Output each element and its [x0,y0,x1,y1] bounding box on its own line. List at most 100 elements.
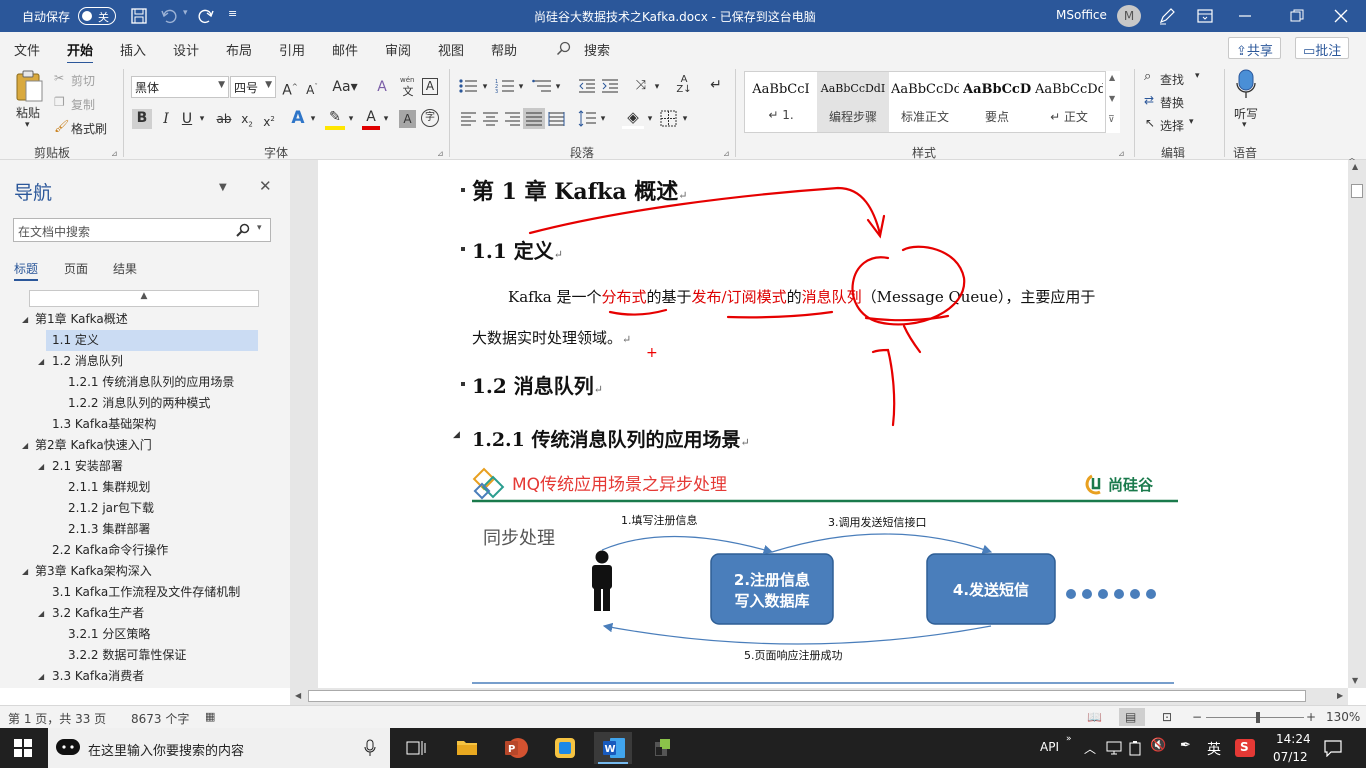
character-shading-icon[interactable]: A [399,110,416,128]
horizontal-scrollbar[interactable]: ◀ ▶ [290,688,1348,705]
scroll-up-icon[interactable]: ▲ [1352,162,1358,171]
numbering-icon[interactable]: 123 [495,78,515,94]
async-diagram[interactable]: MQ传统应用场景之异步处理 尚硅谷 同步处理 2.注册信息 写入数据库 4.发送… [468,464,1178,688]
close-window-icon[interactable] [1332,7,1350,25]
sogou-ime-icon[interactable]: S [1235,739,1255,757]
clear-formatting-icon[interactable]: A [373,78,391,96]
font-color-icon[interactable]: A [362,108,380,130]
search-icon[interactable] [236,223,250,237]
scroll-up-button[interactable]: ▲ [29,290,259,307]
taskbar-search-input[interactable]: 在这里输入你要搜索的内容 [48,728,390,768]
word-count[interactable]: 8673 个字 [131,710,189,727]
chevron-down-icon[interactable]: ▾ [257,223,262,233]
chevron-down-icon[interactable]: ▾ [346,110,356,128]
chevron-down-icon[interactable]: ▾ [308,110,318,128]
powerpoint-app[interactable]: P [496,732,534,764]
tab-insert[interactable]: 插入 [120,40,146,59]
scroll-right-icon[interactable]: ▶ [1337,691,1343,700]
text-effects-icon[interactable]: A [288,109,308,127]
chevron-up-icon[interactable]: ▲ [1109,73,1115,82]
nav-heading-item[interactable]: ◢ 3.2 Kafka生产者 [0,603,258,624]
expand-collapse-icon[interactable]: ◢ [22,561,28,582]
battery-icon[interactable] [1128,740,1142,756]
definition-paragraph[interactable]: Kafka 是一个分布式的基于发布/订阅模式的消息队列（Message Queu… [508,286,1095,307]
pen-icon[interactable] [1158,7,1176,25]
pane-options-icon[interactable]: ▼ [219,182,227,193]
shrink-font-icon[interactable]: Aˇ [303,78,321,99]
style-item[interactable]: AaBbCcDd 标准正文 [889,72,961,132]
style-item[interactable]: AaBbCcDdI 编程步骤 [817,72,889,132]
undo-icon[interactable] [160,7,178,25]
chevron-down-icon[interactable]: ▾ [553,78,563,96]
word-app[interactable]: W [594,732,632,764]
find-button[interactable]: 查找 [1160,71,1184,88]
microphone-icon[interactable] [364,739,376,757]
tell-me-search[interactable]: 搜索 [584,40,610,59]
collapse-heading-icon[interactable]: ◢ [453,430,460,440]
avatar[interactable]: M [1117,5,1141,27]
chevron-down-icon[interactable]: ▾ [598,110,608,128]
font-name-select[interactable]: 黑体 ▼ [131,76,229,98]
format-painter-button[interactable]: 格式刷 [71,120,107,137]
nav-heading-item[interactable]: 1.1 定义 [46,330,258,351]
nav-heading-item[interactable]: 1.3 Kafka基础架构 [0,414,258,435]
increase-indent-icon[interactable] [601,78,619,94]
network-icon[interactable] [1106,741,1122,755]
expand-collapse-icon[interactable]: ◢ [38,603,44,624]
tab-mailings[interactable]: 邮件 [332,40,358,59]
enclose-characters-icon[interactable]: 字 [421,109,439,127]
nav-heading-item[interactable]: 2.1.1 集群规划 [0,477,258,498]
heading-1-1[interactable]: 1.1 定义↵ [472,235,563,264]
underline-dropdown-icon[interactable]: ▾ [197,110,207,128]
share-button[interactable]: ⇪共享 [1228,37,1281,59]
line-spacing-icon[interactable] [577,110,597,127]
bullets-icon[interactable] [458,78,478,94]
decrease-indent-icon[interactable] [578,78,596,94]
nav-tab-pages[interactable]: 页面 [64,260,88,277]
copy-button[interactable]: 复制 [71,96,95,113]
tab-references[interactable]: 引用 [279,40,305,59]
subscript-icon[interactable]: x2 [238,110,256,133]
nav-heading-item[interactable]: ◢ 1.2 消息队列 [0,351,258,372]
nav-heading-item[interactable]: ◢ 2.1 安装部署 [0,456,258,477]
bold-icon[interactable]: B [132,109,152,129]
search-input[interactable]: 在文档中搜索 ▾ [13,218,271,242]
more-styles-icon[interactable]: ⊽ [1108,115,1115,125]
chevron-down-icon[interactable]: ▾ [652,78,662,96]
minimize-icon[interactable] [1236,7,1254,25]
multilevel-list-icon[interactable] [532,78,552,94]
zoom-out-icon[interactable]: − [1192,710,1202,724]
nav-heading-item[interactable]: 2.1.2 jar包下载 [0,498,258,519]
recorder-app[interactable] [643,732,681,764]
scroll-thumb[interactable] [1351,184,1363,198]
zoom-in-icon[interactable]: + [1306,710,1316,724]
expand-collapse-icon[interactable]: ◢ [38,351,44,372]
superscript-icon[interactable]: x2 [260,110,278,131]
character-border-icon[interactable]: A [422,78,438,95]
tab-home[interactable]: 开始 [67,40,94,65]
chevron-down-icon[interactable]: ▾ [1242,120,1247,130]
chevron-down-icon[interactable]: ▾ [645,110,655,128]
undo-dropdown-icon[interactable]: ▾ [183,8,188,18]
nav-heading-item[interactable]: ◢ 第1章 Kafka概述 [0,309,258,330]
redo-icon[interactable] [197,7,215,25]
style-item[interactable]: AaBbCcD 要点 [961,72,1033,132]
tab-help[interactable]: 帮助 [491,40,517,59]
chevron-down-icon[interactable]: ▾ [1189,117,1194,127]
nav-tab-results[interactable]: 结果 [113,260,137,277]
proofing-icon[interactable]: ▦ [205,710,215,723]
restore-icon[interactable] [1288,7,1306,25]
microphone-icon[interactable] [1236,69,1256,99]
font-size-select[interactable]: 四号 ▼ [230,76,276,98]
chevron-down-icon[interactable]: ▼ [1109,94,1115,103]
nav-heading-item[interactable]: 2.2 Kafka命令行操作 [0,540,258,561]
chevron-down-icon[interactable]: ▾ [381,110,391,128]
pen-workspace-icon[interactable]: ✒ [1180,738,1191,753]
user-name[interactable]: MSoffice [1056,8,1107,22]
customize-toolbar-icon[interactable]: ≡ [228,7,237,20]
definition-paragraph-line2[interactable]: 大数据实时处理领域。↵ [472,327,631,348]
replace-button[interactable]: 替换 [1160,94,1184,111]
chinese-layout-icon[interactable]: ⤨ [630,77,652,95]
nav-heading-item[interactable]: 3.1 Kafka工作流程及文件存储机制 [0,582,258,603]
page-count[interactable]: 第 1 页，共 33 页 [8,710,106,727]
